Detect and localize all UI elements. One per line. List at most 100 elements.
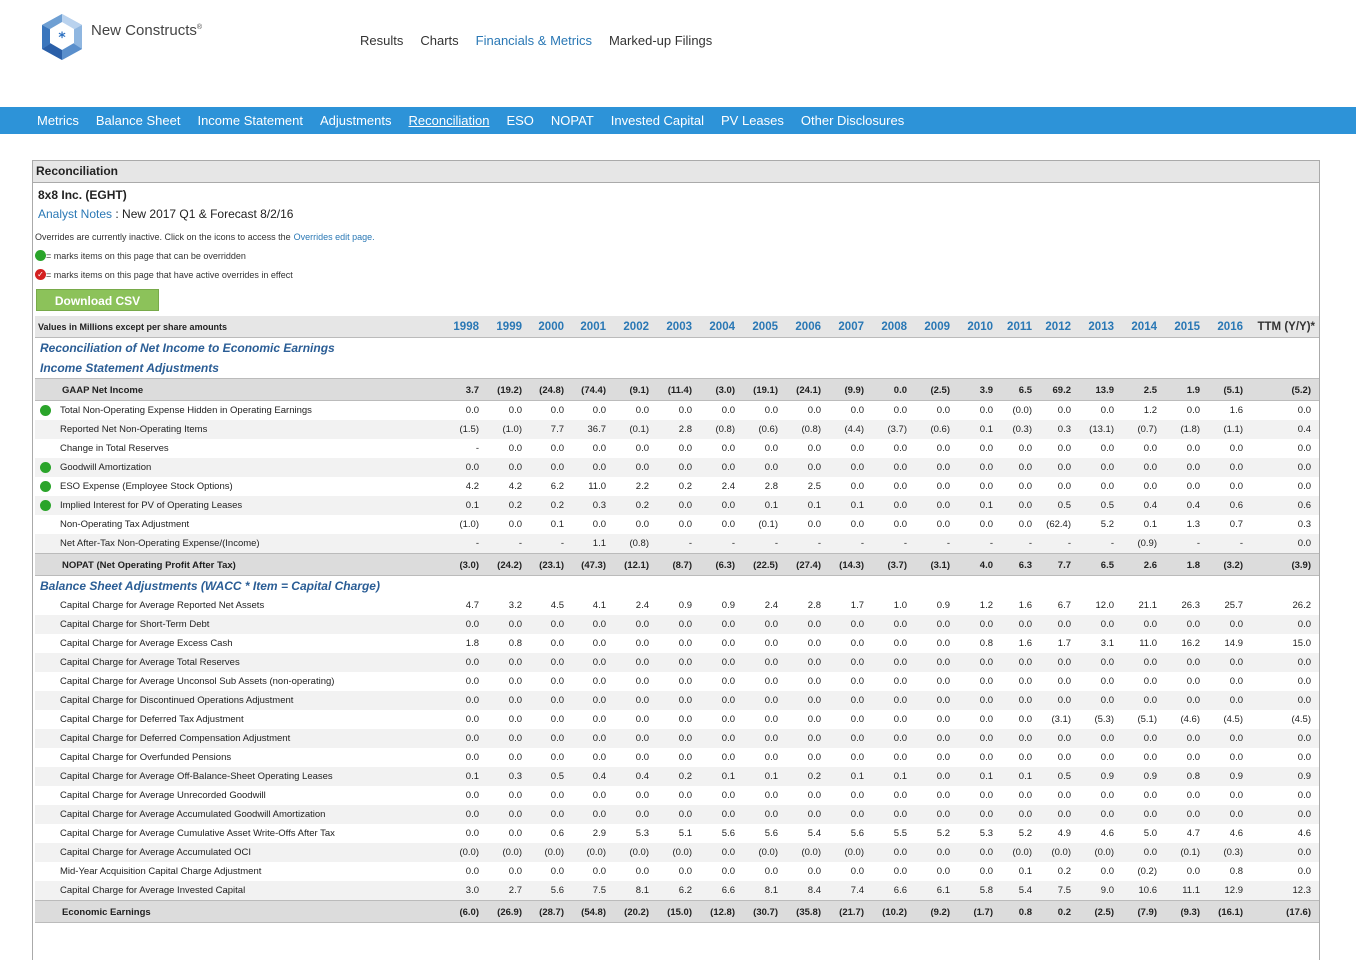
- column-header[interactable]: 2000: [524, 316, 564, 338]
- value-cell: 0.0: [1297, 695, 1311, 706]
- value-cell: 0.0: [1229, 809, 1243, 820]
- override-dot-icon[interactable]: [40, 405, 51, 416]
- value-cell: (0.0): [672, 847, 692, 858]
- override-dot-icon[interactable]: [40, 481, 51, 492]
- value-cell: 0.0: [678, 657, 692, 668]
- value-cell: 4.7: [1186, 828, 1200, 839]
- value-cell: 1.6: [1018, 638, 1032, 649]
- value-cell: (74.4): [581, 385, 606, 396]
- overrides-edit-link[interactable]: Overrides edit page.: [294, 232, 375, 242]
- value-cell: 0.6: [1297, 500, 1311, 511]
- column-header[interactable]: 2015: [1160, 316, 1200, 338]
- column-header[interactable]: 2011: [992, 316, 1032, 338]
- value-cell: 5.8: [979, 885, 993, 896]
- value-cell: 0.0: [1057, 481, 1071, 492]
- tab-other-disclosures[interactable]: Other Disclosures: [801, 113, 904, 128]
- value-cell: 0.1: [850, 771, 864, 782]
- value-cell: 1.7: [850, 600, 864, 611]
- value-cell: (27.4): [796, 560, 821, 571]
- table-row: Capital Charge for Average Excess Cash 1.…: [35, 634, 1319, 653]
- value-cell: 0.0: [721, 657, 735, 668]
- column-header[interactable]: 2001: [566, 316, 606, 338]
- value-cell: 0.0: [1057, 733, 1071, 744]
- value-cell: 0.1: [764, 771, 778, 782]
- value-cell: (8.7): [672, 560, 692, 571]
- table-row: Capital Charge for Discontinued Operatio…: [35, 691, 1319, 710]
- value-cell: (5.1): [1137, 714, 1157, 725]
- column-header[interactable]: 2002: [609, 316, 649, 338]
- tab-adjustments[interactable]: Adjustments: [320, 113, 392, 128]
- legend-active: ✓ = marks items on this page that have a…: [35, 269, 293, 280]
- tab-eso[interactable]: ESO: [506, 113, 533, 128]
- column-header[interactable]: 1998: [439, 316, 479, 338]
- value-cell: 0.0: [850, 809, 864, 820]
- row-label: ESO Expense (Employee Stock Options): [60, 481, 233, 492]
- top-nav-charts[interactable]: Charts: [420, 33, 458, 48]
- column-header[interactable]: 2012: [1031, 316, 1071, 338]
- value-cell: 1.7: [1057, 638, 1071, 649]
- column-header[interactable]: 2009: [910, 316, 950, 338]
- tab-metrics[interactable]: Metrics: [37, 113, 79, 128]
- column-header[interactable]: 2005: [738, 316, 778, 338]
- value-cell: 0.0: [550, 405, 564, 416]
- column-header[interactable]: 2006: [781, 316, 821, 338]
- column-header[interactable]: 2008: [867, 316, 907, 338]
- value-cell: (0.0): [544, 847, 564, 858]
- value-cell: 0.0: [465, 714, 479, 725]
- value-cell: 0.0: [635, 866, 649, 877]
- value-cell: 0.0: [936, 638, 950, 649]
- column-header[interactable]: 2004: [695, 316, 735, 338]
- value-cell: 0.4: [635, 771, 649, 782]
- value-cell: 2.8: [807, 600, 821, 611]
- value-cell: (5.2): [1291, 385, 1311, 396]
- column-header[interactable]: 2010: [953, 316, 993, 338]
- value-cell: 11.0: [588, 481, 606, 492]
- value-cell: 0.0: [1297, 809, 1311, 820]
- download-csv-button[interactable]: Download CSV: [36, 289, 159, 311]
- value-cell: 0.0: [635, 695, 649, 706]
- total-row: Economic Earnings (6.0) (26.9) (28.7) (54.8)…: [35, 900, 1319, 923]
- column-header[interactable]: 1999: [482, 316, 522, 338]
- value-cell: 0.0: [850, 714, 864, 725]
- column-header[interactable]: 2003: [652, 316, 692, 338]
- value-cell: 0.1: [764, 500, 778, 511]
- value-cell: 0.0: [1057, 676, 1071, 687]
- table-row: Capital Charge for Average Reported Net …: [35, 596, 1319, 615]
- value-cell: 6.5: [1018, 385, 1032, 396]
- top-nav-results[interactable]: Results: [360, 33, 403, 48]
- override-dot-icon[interactable]: [40, 500, 51, 511]
- value-cell: 0.0: [1186, 619, 1200, 630]
- column-header[interactable]: 2016: [1203, 316, 1243, 338]
- override-dot-icon[interactable]: [40, 462, 51, 473]
- row-label: Capital Charge for Average Accumulated G…: [60, 809, 326, 820]
- column-header[interactable]: 2014: [1117, 316, 1157, 338]
- value-cell: 0.0: [721, 500, 735, 511]
- value-cell: 0.0: [635, 790, 649, 801]
- tab-balance-sheet[interactable]: Balance Sheet: [96, 113, 181, 128]
- value-cell: 0.0: [678, 405, 692, 416]
- value-cell: 0.2: [1057, 866, 1071, 877]
- analyst-notes-link[interactable]: Analyst Notes: [38, 207, 112, 221]
- top-nav-financials-metrics[interactable]: Financials & Metrics: [476, 33, 592, 48]
- tab-invested-capital[interactable]: Invested Capital: [611, 113, 704, 128]
- value-cell: 0.0: [764, 866, 778, 877]
- value-cell: 1.2: [979, 600, 993, 611]
- column-header[interactable]: 2007: [824, 316, 864, 338]
- top-nav-marked-up-filings[interactable]: Marked-up Filings: [609, 33, 712, 48]
- value-cell: 0.0: [508, 657, 522, 668]
- value-cell: 0.0: [979, 695, 993, 706]
- value-cell: 0.0: [1186, 809, 1200, 820]
- value-cell: 0.0: [979, 866, 993, 877]
- value-cell: 0.3: [1057, 424, 1071, 435]
- value-cell: 0.0: [1143, 462, 1157, 473]
- brand-logo[interactable]: * New Constructs®: [38, 12, 202, 62]
- column-header[interactable]: 2013: [1074, 316, 1114, 338]
- table-row: ESO Expense (Employee Stock Options) 4.2 4…: [35, 477, 1319, 496]
- value-cell: 0.0: [1297, 752, 1311, 763]
- tab-income-statement[interactable]: Income Statement: [197, 113, 303, 128]
- tab-reconciliation[interactable]: Reconciliation: [409, 113, 490, 128]
- tab-nopat[interactable]: NOPAT: [551, 113, 594, 128]
- value-cell: 25.7: [1224, 600, 1244, 611]
- value-cell: 0.0: [979, 519, 993, 530]
- tab-pv-leases[interactable]: PV Leases: [721, 113, 784, 128]
